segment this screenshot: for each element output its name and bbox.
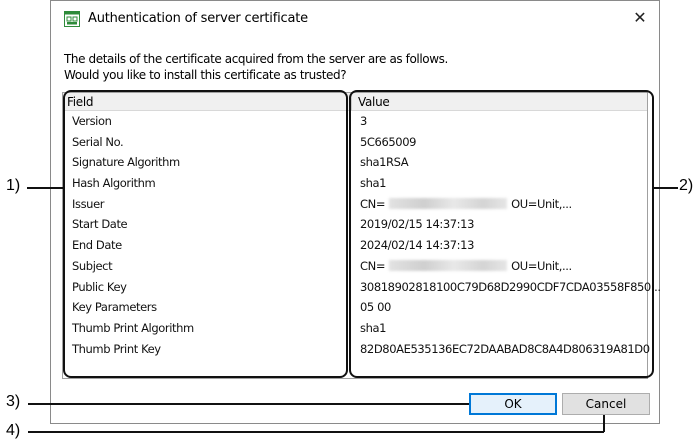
callout-line-4-horizontal xyxy=(28,431,604,433)
ok-button[interactable]: OK xyxy=(469,393,557,415)
close-icon: ✕ xyxy=(633,8,647,27)
close-button[interactable]: ✕ xyxy=(627,6,653,30)
callout-label-1: 1) xyxy=(6,177,21,194)
callout-box-value-column xyxy=(349,90,654,378)
callout-box-field-column xyxy=(63,90,348,378)
callout-line-4-vertical xyxy=(603,415,605,432)
callout-line-3 xyxy=(28,403,469,405)
message-line-1: The details of the certificate acquired … xyxy=(64,52,448,66)
callout-label-3: 3) xyxy=(6,393,21,410)
callout-label-2: 2) xyxy=(679,177,694,194)
window-title: Authentication of server certificate xyxy=(88,11,308,26)
title-bar: Authentication of server certificate ✕ xyxy=(51,1,659,37)
certificate-window-icon xyxy=(64,11,80,27)
callout-line-2 xyxy=(654,187,678,189)
message-line-2: Would you like to install this certifica… xyxy=(64,68,347,82)
cancel-button[interactable]: Cancel xyxy=(562,393,650,415)
callout-label-4: 4) xyxy=(6,422,21,439)
callout-line-1 xyxy=(27,187,63,189)
